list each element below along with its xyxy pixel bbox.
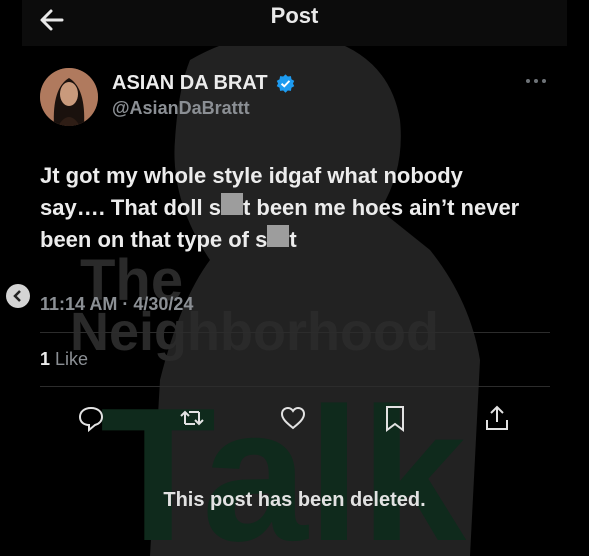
avatar[interactable] [40,68,98,126]
tweet-text: Jt got my whole style idgaf what nobody … [40,160,550,256]
likes-summary[interactable]: 1 Like [40,349,88,370]
chevron-left-icon [13,290,21,302]
divider [40,332,550,333]
watermark-line3: Talk [100,369,466,556]
verified-badge-icon [276,74,295,93]
post-timestamp[interactable]: 11:14 AM · 4/30/24 [40,294,193,315]
tweet-text-line2b: t been me hoes ain’t never [242,195,520,220]
author-display-name[interactable]: ASIAN DA BRAT [112,72,268,95]
tweet-text-line1: Jt got my whole style idgaf what nobody [40,163,463,188]
avatar-image [40,68,98,126]
censor-block [220,193,243,216]
author-handle[interactable]: @AsianDaBrattt [112,98,250,119]
censor-block [267,225,290,248]
reply-icon[interactable] [76,403,106,433]
like-count: 1 [40,349,51,369]
like-label: Like [55,349,89,369]
repost-icon[interactable] [177,403,207,433]
like-icon[interactable] [278,403,308,433]
divider [40,386,550,387]
share-icon[interactable] [482,403,512,433]
carousel-prev-button[interactable] [6,284,30,308]
top-bar: Post [22,0,567,46]
tweet-text-line2a: say…. That doll s [40,195,221,220]
tweet-text-line3b: t [289,227,297,252]
bookmark-icon[interactable] [380,403,410,433]
deleted-notice: This post has been deleted. [163,489,426,511]
more-options-icon[interactable] [524,74,548,88]
page-title: Post [270,3,319,28]
tweet-text-line3a: been on that type of s [40,227,268,252]
